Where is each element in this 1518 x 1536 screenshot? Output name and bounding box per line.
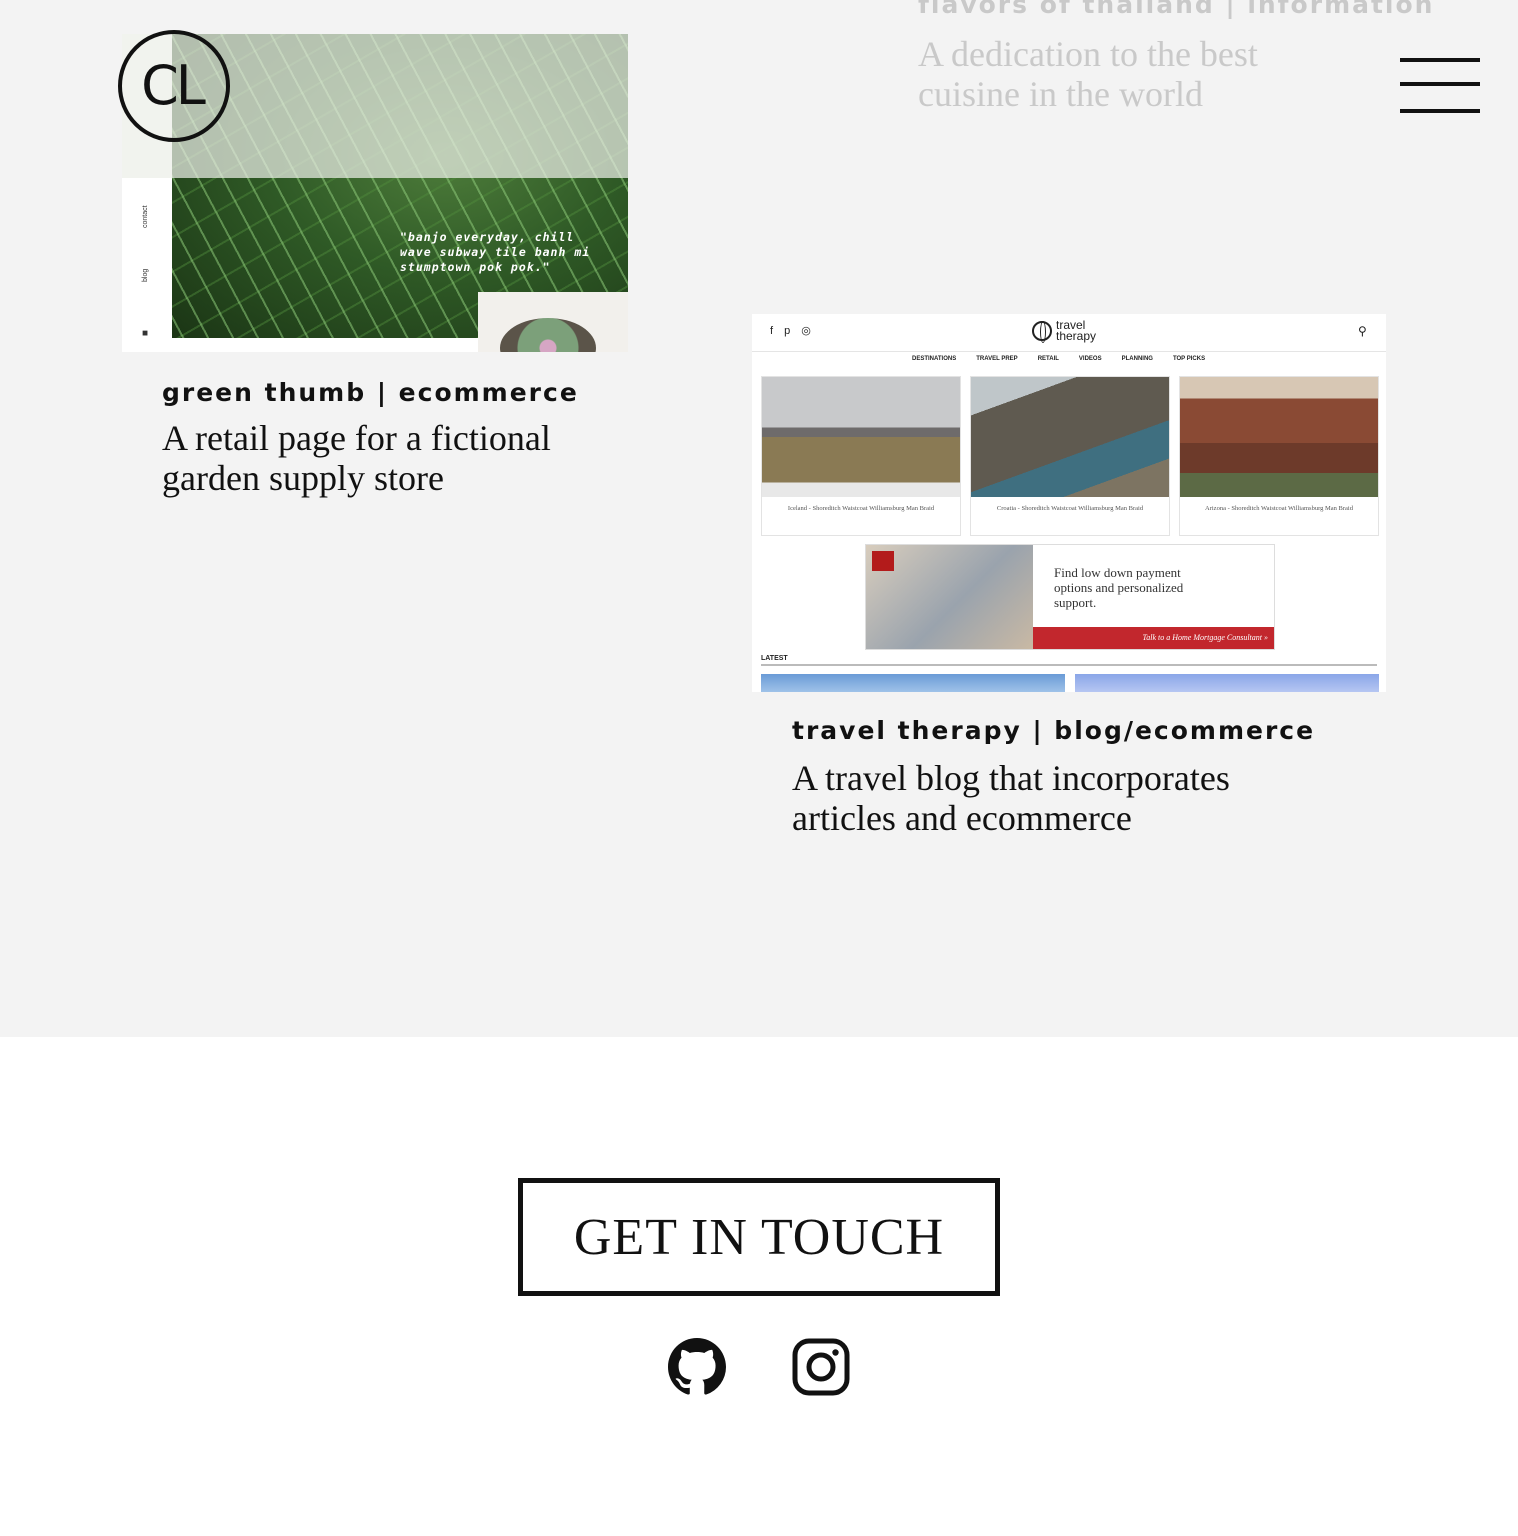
mortgage-ad: Find low down payment options and person… bbox=[865, 544, 1275, 650]
thumbnail-nav: DESTINATIONS TRAVEL PREP RETAIL VIDEOS P… bbox=[912, 356, 1205, 362]
social-icons: f p ◎ bbox=[770, 325, 815, 337]
globe-icon bbox=[1032, 321, 1052, 343]
thumbnail-sidebar: contact blog ■ bbox=[122, 178, 172, 352]
instagram-icon[interactable] bbox=[792, 1338, 850, 1396]
sidebar-link-contact: contact bbox=[142, 205, 149, 228]
card-caption: Iceland - Shoreditch Waistcoat Williamsb… bbox=[787, 505, 935, 512]
github-icon[interactable] bbox=[668, 1338, 726, 1396]
travel-therapy-logo: travel therapy bbox=[1032, 318, 1106, 343]
latest-heading: LATEST bbox=[761, 655, 788, 662]
nav-item: DESTINATIONS bbox=[912, 356, 957, 362]
article-card-arizona: Arizona - Shoreditch Waistcoat Williamsb… bbox=[1179, 376, 1379, 536]
croatia-image bbox=[971, 377, 1169, 497]
nav-item: TOP PICKS bbox=[1172, 356, 1206, 362]
header-divider bbox=[752, 351, 1386, 352]
latest-image bbox=[1075, 674, 1379, 692]
logo-text: CL bbox=[141, 54, 206, 117]
card-caption: Croatia - Shoreditch Waistcoat Williamsb… bbox=[996, 505, 1144, 512]
arizona-image bbox=[1180, 377, 1378, 497]
sidebar-link-blog: blog bbox=[142, 268, 149, 282]
ad-cta: Talk to a Home Mortgage Consultant » bbox=[1033, 627, 1274, 649]
hamburger-menu-icon[interactable] bbox=[1400, 58, 1480, 116]
nav-item: RETAIL bbox=[1037, 356, 1059, 362]
latest-divider bbox=[761, 664, 1377, 666]
project-tag-flavors: flavors of thailand | information bbox=[918, 0, 1435, 19]
get-in-touch-button[interactable]: GET IN TOUCH bbox=[518, 1178, 1000, 1296]
project-tag-travel-therapy: travel therapy | blog/ecommerce bbox=[792, 716, 1316, 745]
article-card-iceland: Iceland - Shoreditch Waistcoat Williamsb… bbox=[761, 376, 961, 536]
nav-item: VIDEOS bbox=[1078, 356, 1102, 362]
nav-item: TRAVEL PREP bbox=[976, 356, 1018, 362]
project-thumbnail-travel-therapy[interactable]: f p ◎ travel therapy ⚲ DESTINATIONS TRAV… bbox=[752, 314, 1386, 692]
succulent-image bbox=[478, 292, 628, 352]
project-description-travel-therapy: A travel blog that incorporates articles… bbox=[792, 758, 1230, 838]
ad-headline: Find low down payment options and person… bbox=[1054, 565, 1184, 610]
thumbnail-quote: "banjo everyday, chill wave subway tile … bbox=[400, 230, 591, 274]
brand-name: travel therapy bbox=[1056, 318, 1097, 343]
nav-item: PLANNING bbox=[1121, 356, 1153, 362]
project-tag-green-thumb: green thumb | ecommerce bbox=[162, 378, 579, 407]
search-icon: ⚲ bbox=[1358, 324, 1367, 338]
bank-logo bbox=[872, 551, 894, 571]
latest-image bbox=[761, 674, 1065, 692]
portfolio-section: flavors of thailand | information A dedi… bbox=[0, 0, 1518, 1037]
site-logo[interactable]: CL bbox=[118, 30, 230, 142]
project-description-flavors: A dedication to the best cuisine in the … bbox=[918, 34, 1258, 114]
card-caption: Arizona - Shoreditch Waistcoat Williamsb… bbox=[1205, 505, 1353, 512]
iceland-image bbox=[762, 377, 960, 497]
cart-icon: ■ bbox=[142, 328, 149, 339]
article-card-croatia: Croatia - Shoreditch Waistcoat Williamsb… bbox=[970, 376, 1170, 536]
project-description-green-thumb: A retail page for a fictional garden sup… bbox=[162, 418, 551, 498]
